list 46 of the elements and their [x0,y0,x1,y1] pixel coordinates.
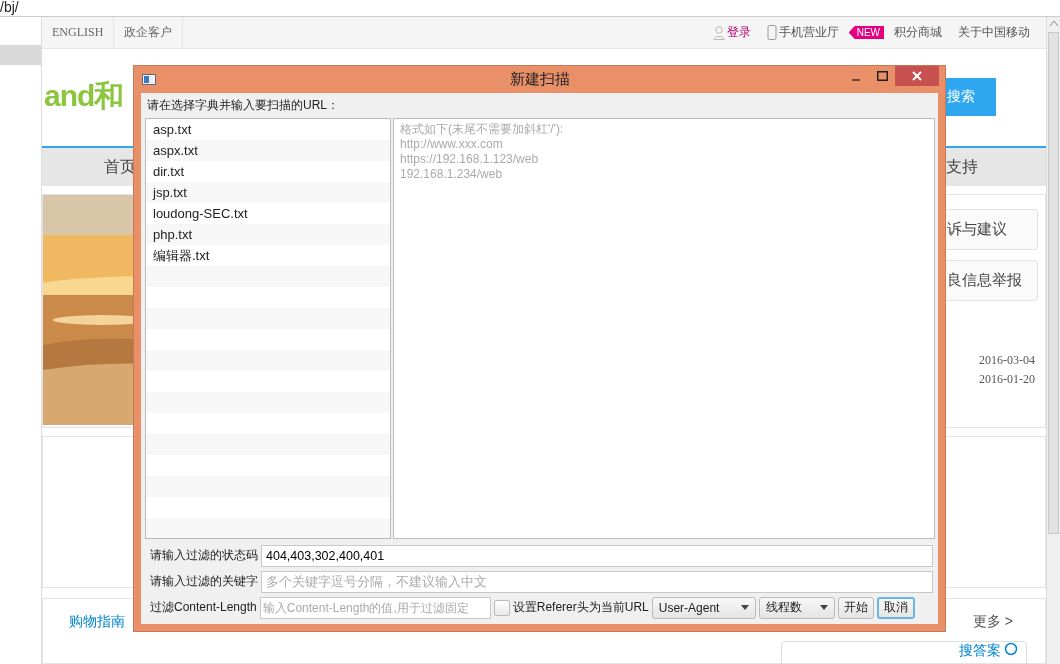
app-icon [142,74,156,85]
news-date: 2016-03-04 [979,353,1035,368]
nav-item[interactable]: 支持 [946,156,978,178]
dictionary-item[interactable]: aspx.txt [146,140,390,161]
prompt-label: 请在选择字典并输入要扫描的URL： [147,97,340,114]
phone-icon [766,25,777,40]
referer-checkbox[interactable] [493,599,510,616]
top-link[interactable]: 政企客户 [114,17,184,48]
more-link[interactable]: 更多 > [972,613,1013,631]
new-badge: NEW [848,26,884,39]
keyword-field[interactable]: 多个关键字逗号分隔，不建议输入中文 [261,570,933,593]
window-title: 新建扫描 [508,70,571,89]
field-label: 过滤Content-Length [150,599,257,616]
start-button[interactable]: 开始 [837,596,874,619]
dictionary-item[interactable]: 编辑器.txt [146,245,390,266]
scroll-up-icon[interactable] [1049,21,1058,26]
dictionary-item[interactable]: dir.txt [146,161,390,182]
dropdown[interactable]: User-Agent [651,596,756,619]
caret-icon [819,605,828,610]
checkbox-label: 设置Referer头为当前URL [512,599,649,616]
answer-search-link[interactable]: 搜答案 [959,642,1001,660]
top-link[interactable]: 积分商城 [888,24,948,41]
minimize-icon [852,79,860,81]
news-date: 2016-01-20 [979,372,1035,387]
top-link[interactable]: ENGLISH [42,17,115,48]
cancel-button[interactable]: 取消 [876,596,915,619]
status-code-field[interactable]: 404,403,302,400,401 [261,544,933,567]
dictionary-item[interactable]: php.txt [146,224,390,245]
dropdown[interactable]: 线程数 [758,596,835,619]
caret-icon [740,605,749,610]
dictionary-item[interactable]: loudong-SEC.txt [146,203,390,224]
dictionary-item[interactable]: jsp.txt [146,182,390,203]
top-link[interactable]: 关于中国移动 [952,24,1036,41]
content-length-field[interactable]: 输入Content-Length的值,用于过滤固定 [259,596,491,619]
user-icon [712,25,725,40]
maximize-icon [876,71,888,81]
close-icon [912,71,922,81]
url-input[interactable]: 格式如下(末尾不需要加斜杠'/'): http://www.xxx.com https://192.168.1.123/web 192.168.1.234/web [393,118,935,539]
mobile-hall-link[interactable]: 手机营业厅 [778,24,839,41]
search-icon[interactable] [1004,642,1018,656]
dictionary-item[interactable]: asp.txt [146,119,390,140]
field-label: 请输入过滤的关键字 [150,573,258,590]
shopping-guide-link[interactable]: 购物指南 [69,613,125,631]
field-label: 请输入过滤的状态码 [150,547,258,564]
close-button[interactable] [895,66,939,86]
login-link[interactable]: 登录 [726,24,751,41]
